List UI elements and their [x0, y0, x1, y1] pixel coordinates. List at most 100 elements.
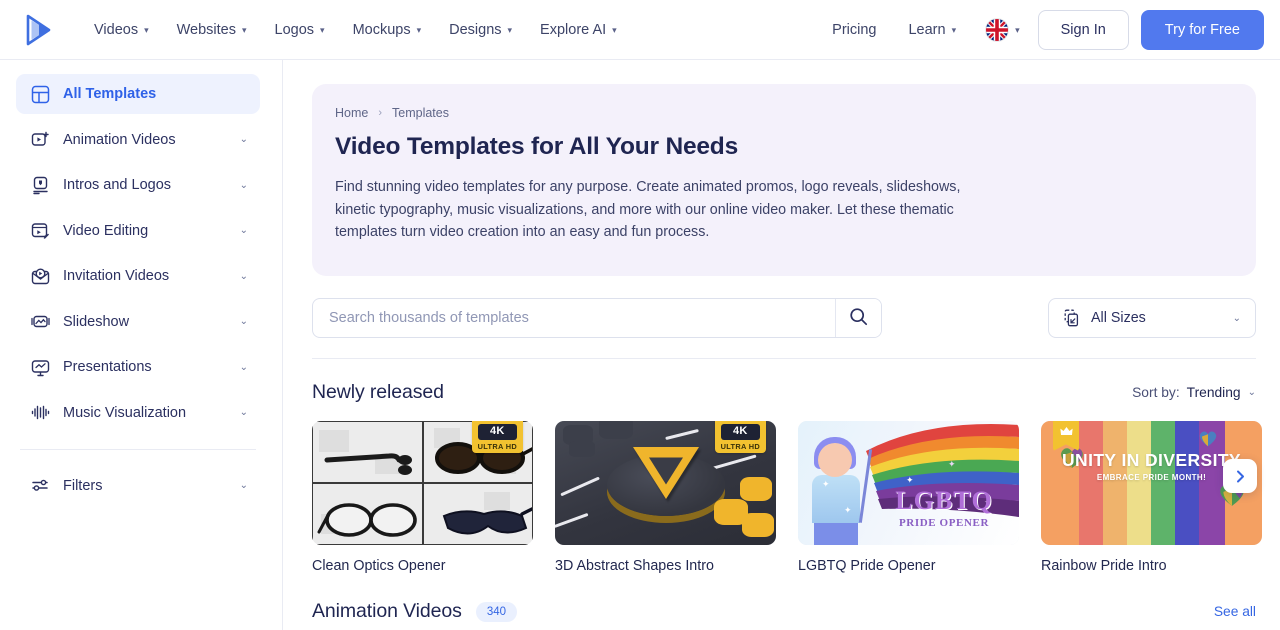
intro-logo-icon — [30, 175, 50, 195]
invitation-icon — [30, 266, 50, 286]
nav-item-videos[interactable]: Videos ▾ — [80, 14, 163, 46]
sort-label: Sort by: — [1132, 385, 1180, 400]
chevron-down-icon: ⌄ — [1247, 387, 1256, 398]
sidebar-item-intros-and-logos[interactable]: Intros and Logos ⌄ — [16, 165, 260, 205]
search-button[interactable] — [835, 299, 881, 337]
chevron-down-icon: ⌄ — [239, 316, 248, 327]
sidebar-item-filters[interactable]: Filters ⌄ — [16, 466, 260, 506]
sidebar-item-label: Animation Videos — [63, 131, 176, 148]
badge-quality-label: 4K — [720, 424, 760, 440]
sidebar-item-video-editing[interactable]: Video Editing ⌄ — [16, 211, 260, 251]
sidebar-item-invitation-videos[interactable]: Invitation Videos ⌄ — [16, 256, 260, 296]
sidebar-item-label: All Templates — [63, 86, 157, 102]
breadcrumb: Home › Templates — [335, 106, 1230, 120]
nav-item-mockups[interactable]: Mockups ▾ — [339, 14, 436, 46]
chevron-down-icon: ▾ — [320, 25, 325, 35]
grid-icon — [30, 84, 50, 104]
top-header: Videos ▾ Websites ▾ Logos ▾ Mockups ▾ De… — [0, 0, 1280, 60]
page-description: Find stunning video templates for any pu… — [335, 179, 961, 240]
nav-item-learn[interactable]: Learn ▾ — [892, 14, 972, 46]
search-box — [312, 298, 882, 338]
template-card[interactable]: UNITY IN DIVERSITY EMBRACE PRIDE MONTH! … — [1041, 421, 1262, 574]
sort-control[interactable]: Sort by: Trending ⌄ — [1132, 385, 1256, 400]
template-title: Clean Optics Opener — [312, 558, 446, 574]
sidebar-item-music-visualization[interactable]: Music Visualization ⌄ — [16, 393, 260, 433]
template-count-badge: 340 — [475, 601, 517, 622]
overlay-title: LGBTQ — [895, 486, 993, 515]
size-filter-label: All Sizes — [1091, 310, 1146, 326]
nav-item-pricing[interactable]: Pricing — [816, 14, 892, 46]
search-input[interactable] — [313, 299, 835, 337]
page-title: Video Templates for All Your Needs — [335, 133, 739, 160]
nav-label: Learn — [908, 21, 946, 38]
sidebar-item-label: Presentations — [63, 359, 152, 375]
hero-banner: Home › Templates Video Templates for All… — [312, 84, 1256, 276]
waveform-icon — [30, 403, 50, 423]
animation-videos-header: Animation Videos 340 See all — [312, 600, 1256, 623]
template-card[interactable]: 4K ULTRA HD 3D Abstract Shapes Intro — [555, 421, 776, 574]
language-selector[interactable]: ▾ — [972, 11, 1030, 49]
sidebar-item-animation-videos[interactable]: Animation Videos ⌄ — [16, 120, 260, 160]
renderforest-play-logo[interactable] — [18, 10, 58, 50]
crown-icon — [1059, 427, 1073, 435]
main-content: Home › Templates Video Templates for All… — [283, 60, 1280, 630]
nav-item-logos[interactable]: Logos ▾ — [261, 14, 339, 46]
overlay-subtitle: PRIDE OPENER — [898, 517, 989, 529]
thumbnail-overlay-text: LGBTQ PRIDE OPENER — [877, 486, 1011, 530]
newly-released-header: Newly released Sort by: Trending ⌄ — [312, 381, 1256, 404]
chevron-down-icon: ⌄ — [239, 225, 248, 236]
sidebar-item-presentations[interactable]: Presentations ⌄ — [16, 347, 260, 387]
header-right-actions: Pricing Learn ▾ ▾ Sign In Try for Free — [816, 9, 1264, 50]
newly-released-carousel: 4K ULTRA HD Clean Optics Opener 4K ULTRA… — [312, 421, 1280, 574]
chevron-down-icon: ⌄ — [1232, 312, 1241, 324]
template-title: Rainbow Pride Intro — [1041, 558, 1167, 574]
template-title: 3D Abstract Shapes Intro — [555, 558, 714, 574]
sidebar-item-label: Music Visualization — [63, 404, 187, 421]
sidebar-item-label: Slideshow — [63, 313, 130, 330]
nav-item-explore-ai[interactable]: Explore AI ▾ — [526, 14, 631, 46]
video-edit-icon — [30, 221, 50, 241]
nav-label: Websites — [176, 21, 236, 38]
nav-item-websites[interactable]: Websites ▾ — [163, 14, 261, 46]
chevron-right-icon: › — [378, 107, 383, 119]
sort-value[interactable]: Trending — [1187, 385, 1241, 400]
uk-flag-icon — [986, 18, 1009, 41]
sidebar-item-label: Invitation Videos — [63, 268, 170, 284]
search-toolbar: All Sizes ⌄ — [312, 298, 1256, 359]
template-card[interactable]: 4K ULTRA HD Clean Optics Opener — [312, 421, 533, 574]
nav-label: Logos — [274, 21, 315, 38]
sidebar-item-slideshow[interactable]: Slideshow ⌄ — [16, 302, 260, 342]
nav-label: Explore AI — [540, 21, 607, 38]
template-thumbnail[interactable]: ✦ ✦ ✦ ✦ ✦ LGBTQ PRIDE OPENER — [798, 421, 1019, 545]
sidebar-item-label: Intros and Logos — [63, 177, 172, 193]
template-thumbnail[interactable]: 4K ULTRA HD — [312, 421, 533, 545]
try-for-free-button[interactable]: Try for Free — [1140, 9, 1264, 50]
sign-in-button[interactable]: Sign In — [1037, 9, 1129, 50]
sidebar-item-label: Filters — [63, 477, 103, 494]
template-card[interactable]: ✦ ✦ ✦ ✦ ✦ LGBTQ PRIDE OPENER LGBTQ Pride… — [798, 421, 1019, 574]
breadcrumb-templates[interactable]: Templates — [392, 106, 449, 120]
sliders-icon — [30, 476, 50, 496]
search-icon — [849, 307, 868, 329]
chevron-right-icon — [1236, 470, 1244, 482]
nav-label: Mockups — [352, 21, 411, 38]
template-title: LGBTQ Pride Opener — [798, 558, 936, 574]
size-filter-select[interactable]: All Sizes ⌄ — [1048, 298, 1256, 338]
slideshow-icon — [30, 312, 50, 332]
chevron-down-icon: ▾ — [507, 25, 513, 35]
carousel-next-button[interactable] — [1223, 459, 1257, 493]
nav-label: Pricing — [832, 21, 877, 38]
see-all-link[interactable]: See all — [1214, 604, 1256, 619]
category-sidebar: All Templates Animation Videos ⌄ Intros … — [0, 60, 283, 630]
main-nav: Videos ▾ Websites ▾ Logos ▾ Mockups ▾ De… — [80, 14, 631, 46]
breadcrumb-home[interactable]: Home — [335, 106, 368, 120]
badge-quality-sub: ULTRA HD — [477, 441, 517, 451]
pride-artwork: ✦ ✦ ✦ ✦ ✦ LGBTQ PRIDE OPENER — [798, 421, 1019, 545]
nav-item-designs[interactable]: Designs ▾ — [435, 14, 526, 46]
quality-badge: 4K ULTRA HD — [714, 421, 766, 453]
badge-quality-label: 4K — [477, 424, 517, 440]
nav-label: Videos — [94, 21, 139, 38]
sidebar-item-all-templates[interactable]: All Templates — [16, 74, 260, 114]
resize-icon — [1063, 309, 1081, 327]
template-thumbnail[interactable]: 4K ULTRA HD — [555, 421, 776, 545]
